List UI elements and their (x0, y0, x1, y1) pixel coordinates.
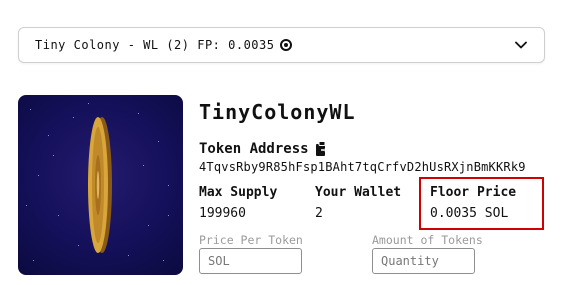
collection-selector-text: Tiny Colony - WL (2) FP: 0.0035 (35, 38, 275, 52)
copy-icon[interactable] (315, 141, 329, 157)
max-supply-label: Max Supply (199, 185, 278, 200)
collection-selector-label: Tiny Colony - WL (2) FP: 0.0035 (35, 38, 514, 52)
floor-price-label: Floor Price (430, 185, 517, 200)
collection-selector[interactable]: Tiny Colony - WL (2) FP: 0.0035 (18, 27, 545, 63)
amount-of-tokens-input[interactable] (372, 248, 475, 274)
floor-price-value: 0.0035 SOL (430, 206, 509, 221)
coin-icon (280, 39, 293, 51)
token-address-heading: Token Address (199, 141, 329, 157)
token-address-value: 4TqvsRby9R85hFsp1BAht7tqCrfvD2hUsRXjnBmK… (199, 160, 526, 174)
collection-image (18, 95, 183, 275)
chevron-down-icon[interactable] (514, 38, 528, 52)
your-wallet-label: Your Wallet (315, 185, 402, 200)
your-wallet-value: 2 (315, 206, 323, 221)
price-per-token-label: Price Per Token (199, 233, 303, 247)
collection-title: TinyColonyWL (199, 100, 356, 124)
price-per-token-input[interactable] (199, 248, 302, 274)
token-address-label: Token Address (199, 141, 309, 157)
amount-of-tokens-label: Amount of Tokens (372, 233, 483, 247)
coin-artwork (26, 103, 169, 261)
max-supply-value: 199960 (199, 206, 246, 221)
